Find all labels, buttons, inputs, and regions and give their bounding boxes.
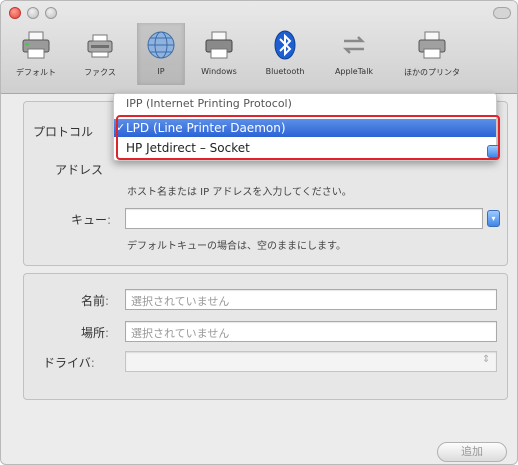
driver-label: ドライバ: (43, 356, 95, 370)
toolbar-label-bluetooth: Bluetooth (265, 67, 305, 76)
location-input[interactable]: 選択されていません (125, 321, 497, 342)
queue-dropdown-button[interactable]: ▾ (487, 210, 500, 227)
location-label: 場所: (81, 326, 110, 340)
appletalk-icon (342, 36, 366, 54)
toolbar-item-fax[interactable]: ファクス (71, 23, 129, 85)
bluetooth-icon (274, 30, 296, 60)
titlebar-toolbar: デフォルト ファクス IP Windows Bluetooth AppleTal… (1, 1, 517, 94)
address-label: アドレス (55, 163, 104, 177)
queue-hint: デフォルトキューの場合は、空のままにします。 (127, 241, 346, 252)
driver-select[interactable] (125, 351, 497, 372)
add-printer-window: デフォルト ファクス IP Windows Bluetooth AppleTal… (0, 0, 518, 465)
queue-label: キュー: (71, 213, 112, 227)
protocol-dropdown-button[interactable] (487, 145, 500, 158)
toolbar-item-windows[interactable]: Windows (189, 23, 249, 85)
ip-globe-icon (147, 31, 175, 59)
toolbar-label-fax: ファクス (84, 68, 116, 77)
protocol-label: プロトコル (33, 125, 94, 139)
toolbar-item-other-printer[interactable]: ほかのプリンタ (391, 23, 473, 85)
toolbar-item-appletalk[interactable]: AppleTalk (321, 23, 387, 85)
add-button[interactable]: 追加 (437, 442, 507, 462)
minimize-window-button[interactable] (27, 7, 39, 19)
protocol-option-jetdirect[interactable]: HP Jetdirect – Socket (114, 139, 496, 157)
toolbar-toggle-button[interactable] (493, 7, 511, 19)
queue-input[interactable] (125, 208, 483, 229)
chevron-updown-icon: ⇕ (482, 354, 491, 365)
toolbar-label-other-printer: ほかのプリンタ (404, 68, 460, 77)
name-label: 名前: (81, 294, 110, 308)
protocol-option-lpd-label: LPD (Line Printer Daemon) (126, 121, 286, 135)
checkmark-icon: ✓ (116, 121, 126, 134)
name-input[interactable]: 選択されていません (125, 289, 497, 310)
fax-icon (87, 34, 113, 58)
protocol-option-lpd[interactable]: ✓ LPD (Line Printer Daemon) (114, 119, 496, 137)
toolbar-label-ip: IP (157, 67, 165, 76)
toolbar-item-ip[interactable]: IP (137, 23, 185, 85)
toolbar-item-bluetooth[interactable]: Bluetooth (253, 23, 317, 85)
toolbar-label-appletalk: AppleTalk (334, 67, 374, 76)
chevron-updown-icon: ▾ (491, 214, 496, 223)
toolbar-item-default[interactable]: デフォルト (5, 23, 67, 85)
address-hint: ホスト名または IP アドレスを入力してください。 (127, 187, 352, 198)
close-window-button[interactable] (9, 7, 21, 19)
protocol-popup-menu: IPP (Internet Printing Protocol) ✓ LPD (… (113, 93, 497, 161)
zoom-window-button[interactable] (45, 7, 57, 19)
toolbar-label-windows: Windows (201, 67, 237, 76)
windows-printer-icon (205, 31, 233, 59)
toolbar-label-default: デフォルト (16, 68, 56, 77)
printer-default-icon (22, 31, 50, 59)
other-printer-icon (418, 31, 446, 59)
protocol-option-ipp[interactable]: IPP (Internet Printing Protocol) (114, 99, 496, 111)
